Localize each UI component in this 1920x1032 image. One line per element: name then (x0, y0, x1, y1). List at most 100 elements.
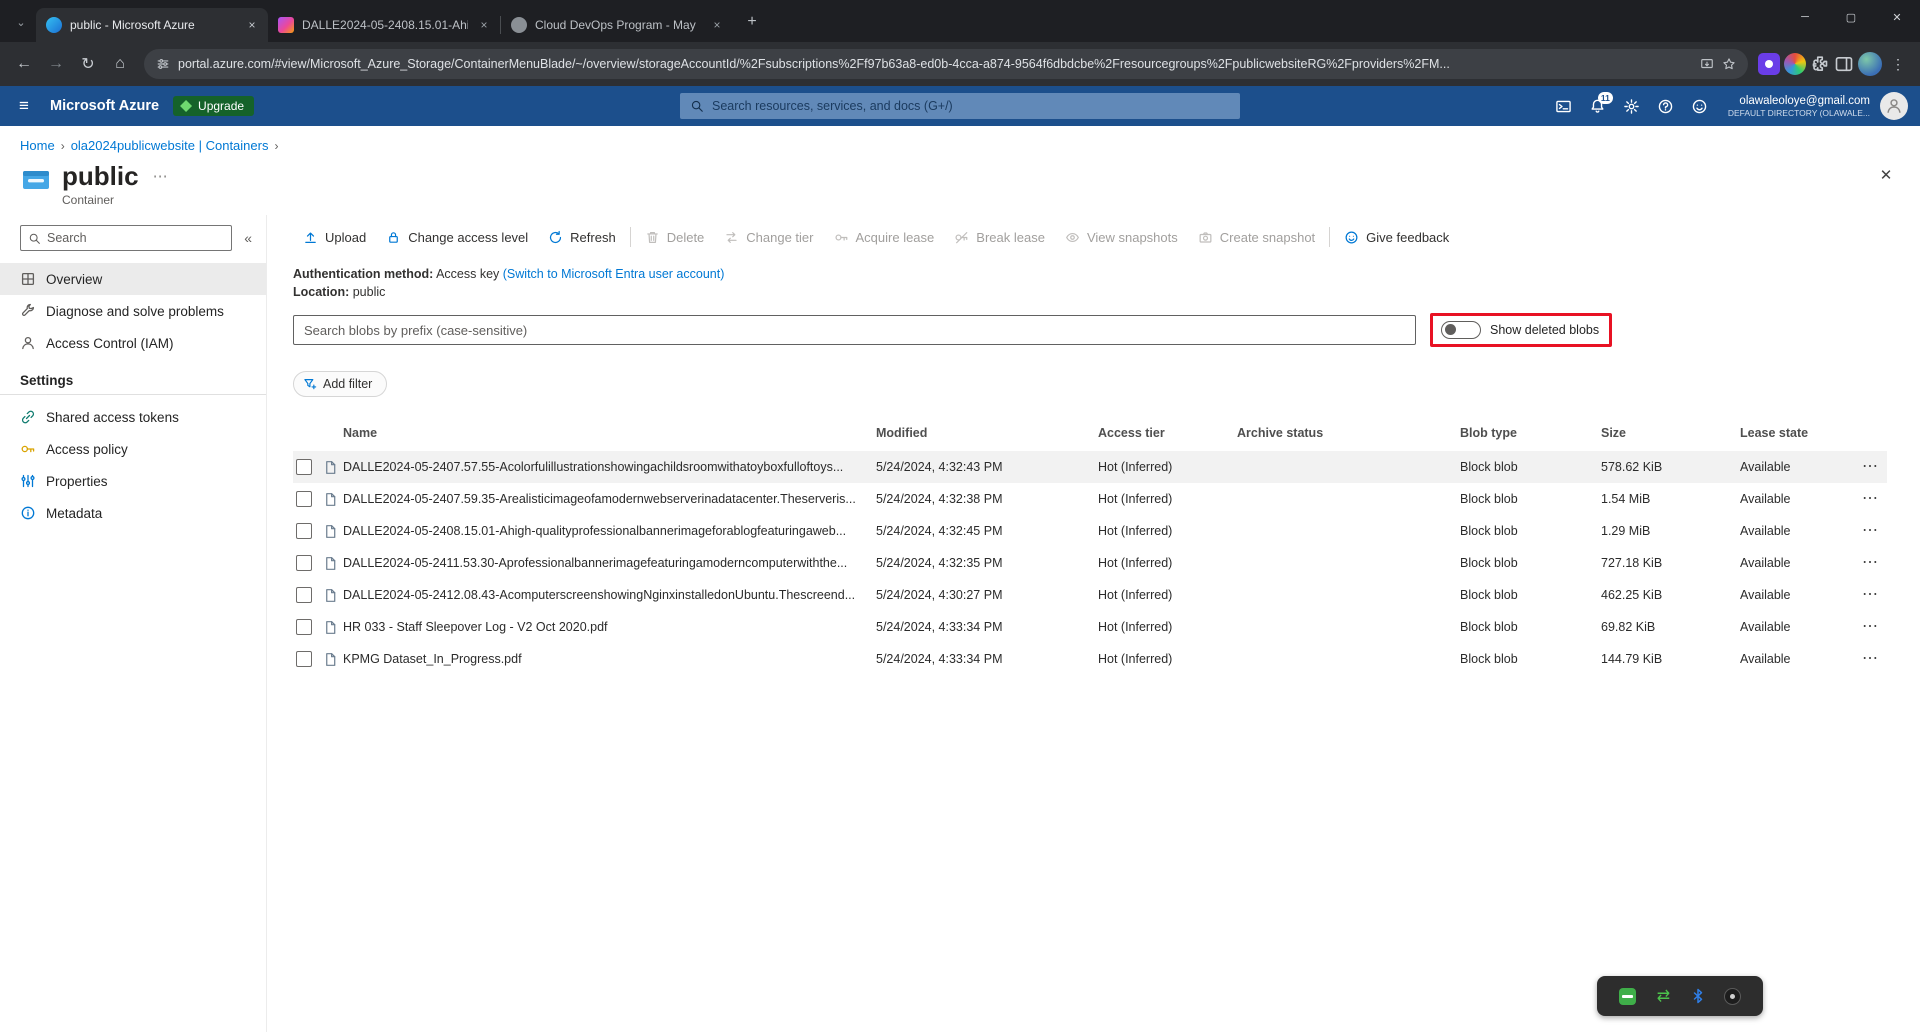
row-menu-button[interactable]: ⋯ (1862, 587, 1878, 603)
account-info[interactable]: olawaleoloye@gmail.com DEFAULT DIRECTORY… (1728, 94, 1870, 119)
cell-name[interactable]: DALLE2024-05-2411.53.30-Aprofessionalban… (343, 556, 876, 570)
cell-name[interactable]: DALLE2024-05-2412.08.43-Acomputerscreens… (343, 588, 876, 602)
acquire-lease-button[interactable]: Acquire lease (824, 219, 945, 255)
row-menu-button[interactable]: ⋯ (1862, 459, 1878, 475)
sidebar-search-input[interactable] (47, 231, 225, 245)
row-checkbox[interactable] (296, 555, 312, 571)
browser-tab-3[interactable]: Cloud DevOps Program - May × (501, 8, 733, 42)
sidebar-item-shared-access-tokens[interactable]: Shared access tokens (0, 401, 266, 433)
title-more-icon[interactable]: ⋯ (153, 167, 169, 185)
table-row[interactable]: DALLE2024-05-2411.53.30-Aprofessionalban… (293, 547, 1887, 579)
column-header-access-tier[interactable]: Access tier (1098, 426, 1237, 440)
show-deleted-blobs-toggle[interactable] (1441, 321, 1481, 339)
side-panel-icon[interactable] (1834, 54, 1854, 74)
give-feedback-button[interactable]: Give feedback (1334, 219, 1459, 255)
table-row[interactable]: KPMG Dataset_In_Progress.pdf 5/24/2024, … (293, 643, 1887, 675)
forward-button[interactable]: → (42, 50, 70, 78)
row-checkbox[interactable] (296, 523, 312, 539)
global-search[interactable] (680, 93, 1240, 119)
extension-icon-1[interactable] (1758, 53, 1780, 75)
tab-close-icon[interactable]: × (709, 17, 725, 33)
table-row[interactable]: DALLE2024-05-2407.59.35-Arealisticimageo… (293, 483, 1887, 515)
row-checkbox[interactable] (296, 619, 312, 635)
extension-icon-2[interactable] (1784, 53, 1806, 75)
home-button[interactable]: ⌂ (106, 50, 134, 78)
sidebar-item-metadata[interactable]: Metadata (0, 497, 266, 529)
row-checkbox[interactable] (296, 651, 312, 667)
sidebar-item-access-control[interactable]: Access Control (IAM) (0, 327, 266, 359)
install-app-icon[interactable] (1700, 57, 1714, 71)
row-checkbox[interactable] (296, 459, 312, 475)
row-menu-button[interactable]: ⋯ (1862, 651, 1878, 667)
restore-button[interactable]: ▢ (1828, 0, 1874, 34)
portal-menu-icon[interactable]: ≡ (12, 96, 36, 116)
column-header-lease-state[interactable]: Lease state (1740, 426, 1853, 440)
row-menu-button[interactable]: ⋯ (1862, 555, 1878, 571)
change-tier-button[interactable]: Change tier (714, 219, 823, 255)
table-row[interactable]: DALLE2024-05-2412.08.43-Acomputerscreens… (293, 579, 1887, 611)
new-tab-button[interactable]: + (739, 9, 765, 35)
delete-button[interactable]: Delete (635, 219, 715, 255)
sidebar-item-access-policy[interactable]: Access policy (0, 433, 266, 465)
switch-auth-link[interactable]: (Switch to Microsoft Entra user account) (503, 267, 725, 281)
reload-button[interactable]: ↻ (74, 50, 102, 78)
help-icon[interactable] (1650, 90, 1682, 122)
back-button[interactable]: ← (10, 50, 38, 78)
account-avatar[interactable] (1880, 92, 1908, 120)
breadcrumb-containers[interactable]: ola2024publicwebsite | Containers (71, 138, 269, 153)
tab-search-button[interactable]: ⌄ (8, 9, 34, 35)
sidebar-item-diagnose[interactable]: Diagnose and solve problems (0, 295, 266, 327)
sidebar-search[interactable] (20, 225, 233, 251)
sidebar-item-overview[interactable]: Overview (0, 263, 266, 295)
cloud-shell-icon[interactable] (1548, 90, 1580, 122)
extensions-puzzle-icon[interactable] (1810, 54, 1830, 74)
feedback-icon[interactable] (1684, 90, 1716, 122)
refresh-button[interactable]: Refresh (538, 219, 626, 255)
create-snapshot-button[interactable]: Create snapshot (1188, 219, 1325, 255)
bookmark-star-icon[interactable] (1722, 57, 1736, 71)
cell-name[interactable]: DALLE2024-05-2407.57.55-Acolorfulillustr… (343, 460, 876, 474)
add-filter-button[interactable]: Add filter (293, 371, 388, 397)
cell-name[interactable]: KPMG Dataset_In_Progress.pdf (343, 652, 876, 666)
blob-prefix-search-input[interactable] (293, 315, 1416, 345)
sidebar-collapse-icon[interactable]: « (240, 228, 256, 248)
sidebar-item-properties[interactable]: Properties (0, 465, 266, 497)
browser-tab-active[interactable]: public - Microsoft Azure × (36, 8, 268, 42)
upload-button[interactable]: Upload (293, 219, 376, 255)
column-header-modified[interactable]: Modified (876, 426, 1098, 440)
column-header-blob-type[interactable]: Blob type (1460, 426, 1601, 440)
close-window-button[interactable]: ✕ (1874, 0, 1920, 34)
column-header-name[interactable]: Name (343, 426, 876, 440)
change-access-level-button[interactable]: Change access level (376, 219, 538, 255)
cell-name[interactable]: HR 033 - Staff Sleepover Log - V2 Oct 20… (343, 620, 876, 634)
view-snapshots-button[interactable]: View snapshots (1055, 219, 1188, 255)
sync-icon[interactable]: ⇄ (1654, 987, 1673, 1006)
row-checkbox[interactable] (296, 587, 312, 603)
drive-icon[interactable] (1618, 987, 1637, 1006)
global-search-input[interactable] (712, 99, 1230, 113)
bluetooth-icon[interactable] (1690, 987, 1706, 1005)
breadcrumb-home[interactable]: Home (20, 138, 55, 153)
table-row[interactable]: DALLE2024-05-2407.57.55-Acolorfulillustr… (293, 451, 1887, 483)
row-checkbox[interactable] (296, 491, 312, 507)
tab-close-icon[interactable]: × (244, 17, 260, 33)
tab-close-icon[interactable]: × (476, 17, 492, 33)
cell-name[interactable]: DALLE2024-05-2407.59.35-Arealisticimageo… (343, 492, 876, 506)
site-info-icon[interactable] (156, 57, 170, 71)
column-header-archive-status[interactable]: Archive status (1237, 426, 1460, 440)
row-menu-button[interactable]: ⋯ (1862, 523, 1878, 539)
minimize-button[interactable]: ─ (1782, 0, 1828, 34)
table-row[interactable]: DALLE2024-05-2408.15.01-Ahigh-qualitypro… (293, 515, 1887, 547)
table-row[interactable]: HR 033 - Staff Sleepover Log - V2 Oct 20… (293, 611, 1887, 643)
browser-menu-icon[interactable]: ⋮ (1886, 52, 1910, 76)
row-menu-button[interactable]: ⋯ (1862, 491, 1878, 507)
browser-tab-2[interactable]: DALLE2024-05-2408.15.01-Ahig... × (268, 8, 500, 42)
azure-brand[interactable]: Microsoft Azure (50, 98, 159, 114)
blade-close-icon[interactable]: ✕ (1872, 161, 1900, 189)
notifications-bell-icon[interactable]: 11 (1582, 90, 1614, 122)
row-menu-button[interactable]: ⋯ (1862, 619, 1878, 635)
settings-gear-icon[interactable] (1616, 90, 1648, 122)
app-icon[interactable] (1723, 987, 1742, 1006)
break-lease-button[interactable]: Break lease (944, 219, 1055, 255)
column-header-size[interactable]: Size (1601, 426, 1740, 440)
